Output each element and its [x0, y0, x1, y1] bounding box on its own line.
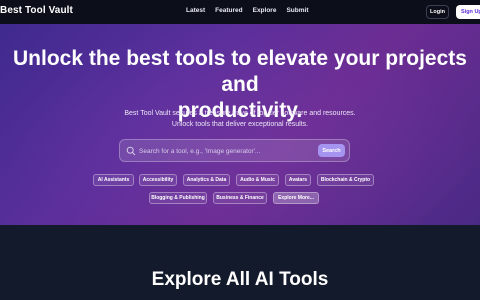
chip-business-finance[interactable]: Business & Finance [213, 192, 267, 204]
hero-subtext-line2: Unlock tools that deliver exceptional re… [171, 121, 309, 128]
login-button[interactable]: Login [426, 5, 449, 19]
signup-button[interactable]: Sign Up [456, 5, 480, 19]
top-nav: Best Tool Vault Latest Featured Explore … [0, 0, 480, 24]
chip-analytics-data[interactable]: Analytics & Data [183, 174, 230, 186]
search-icon [126, 146, 136, 156]
hero-subtext-line1: Best Tool Vault secures a treasure trove… [124, 110, 356, 117]
chip-blogging-publishing[interactable]: Blogging & Publishing [149, 192, 207, 204]
search-bar: Search [119, 139, 350, 162]
chip-blockchain-crypto[interactable]: Blockchain & Crypto [317, 174, 374, 186]
brand-name[interactable]: Best Tool Vault [0, 5, 73, 16]
chip-explore-more[interactable]: Explore More... [273, 192, 319, 204]
section-title: Explore All AI Tools [151, 269, 329, 290]
nav-link-latest[interactable]: Latest [186, 7, 205, 14]
chip-accessibility[interactable]: Accessibility [139, 174, 177, 186]
chip-audio-music[interactable]: Audio & Music [236, 174, 279, 186]
hero-headline-line1: Unlock the best tools to elevate your pr… [13, 47, 467, 96]
nav-link-explore[interactable]: Explore [253, 7, 277, 14]
chip-avatars[interactable]: Avatars [285, 174, 311, 186]
search-input[interactable] [139, 144, 314, 158]
nav-links: Latest Featured Explore Submit [186, 7, 308, 14]
search-button[interactable]: Search [318, 144, 345, 157]
nav-link-featured[interactable]: Featured [215, 7, 242, 14]
chip-ai-assistants[interactable]: AI Assistants [93, 174, 134, 186]
hero-section: Unlock the best tools to elevate your pr… [0, 24, 480, 225]
hero-subtext: Best Tool Vault secures a treasure trove… [0, 108, 480, 130]
nav-link-submit[interactable]: Submit [286, 7, 308, 14]
tools-section: Explore All AI Tools [0, 225, 480, 300]
